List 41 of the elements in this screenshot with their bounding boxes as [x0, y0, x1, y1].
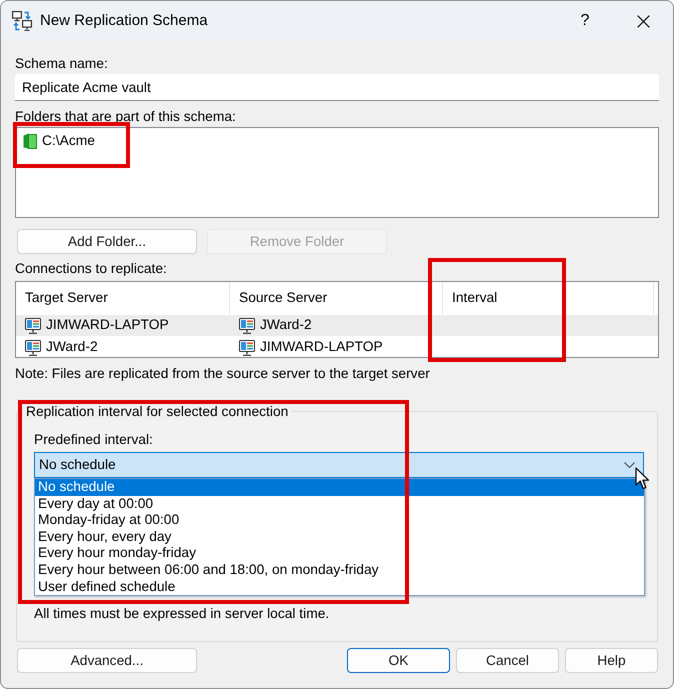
- dropdown-option[interactable]: Monday-friday at 00:00: [35, 512, 644, 529]
- server-name: JWard-2: [46, 338, 98, 356]
- interval-dropdown[interactable]: No schedule: [34, 452, 644, 478]
- window-title: New Replication Schema: [40, 12, 208, 30]
- dropdown-option[interactable]: No schedule: [35, 479, 644, 496]
- computer-icon: [239, 340, 255, 356]
- server-name: JIMWARD-LAPTOP: [46, 316, 169, 334]
- computer-icon: [25, 318, 41, 334]
- ok-button[interactable]: OK: [347, 648, 450, 673]
- field-label: Schema name:: [15, 56, 109, 71]
- table-row[interactable]: JWard-2 JIMWARD-LAPTOP: [16, 337, 658, 358]
- field-label: Predefined interval:: [34, 432, 154, 447]
- dropdown-option[interactable]: Every day at 00:00: [35, 496, 644, 512]
- schema-name-field[interactable]: Replicate Acme vault: [15, 74, 659, 101]
- column-header[interactable]: Interval: [443, 282, 654, 314]
- table-row[interactable]: JIMWARD-LAPTOP JWard-2: [16, 315, 658, 336]
- folder-item[interactable]: C:\Acme: [23, 133, 95, 149]
- computer-icon: [25, 340, 41, 356]
- folder-icon: [23, 133, 37, 149]
- advanced-button[interactable]: Advanced...: [17, 648, 197, 673]
- dropdown-option[interactable]: Every hour between 06:00 and 18:00, on monday-friday: [35, 562, 644, 579]
- dropdown-option[interactable]: Every hour monday-friday: [35, 545, 644, 562]
- group-title: Replication interval for selected connection: [22, 404, 292, 419]
- dropdown-option[interactable]: Every hour, every day: [35, 528, 644, 546]
- server-name: JIMWARD-LAPTOP: [260, 338, 383, 356]
- chevron-down-icon: [624, 462, 635, 468]
- server-name: JWard-2: [260, 316, 312, 334]
- field-label: Folders that are part of this schema:: [15, 109, 237, 124]
- context-help-button[interactable]: ?: [562, 1, 608, 41]
- column-header[interactable]: Source Server: [230, 282, 443, 314]
- note-text: Note: Files are replicated from the source server to the target server: [15, 366, 431, 381]
- add-folder-button[interactable]: Add Folder...: [17, 229, 197, 254]
- computer-icon: [239, 318, 255, 334]
- app-icon: [12, 11, 32, 31]
- close-icon: [636, 14, 650, 28]
- column-header[interactable]: Target Server: [16, 282, 230, 314]
- cancel-button[interactable]: Cancel: [456, 648, 559, 673]
- footnote-text: All times must be expressed in server local time.: [34, 606, 330, 621]
- field-label: Connections to replicate:: [15, 261, 168, 276]
- dropdown-option[interactable]: User defined schedule: [35, 578, 644, 596]
- help-button[interactable]: Help: [565, 648, 658, 673]
